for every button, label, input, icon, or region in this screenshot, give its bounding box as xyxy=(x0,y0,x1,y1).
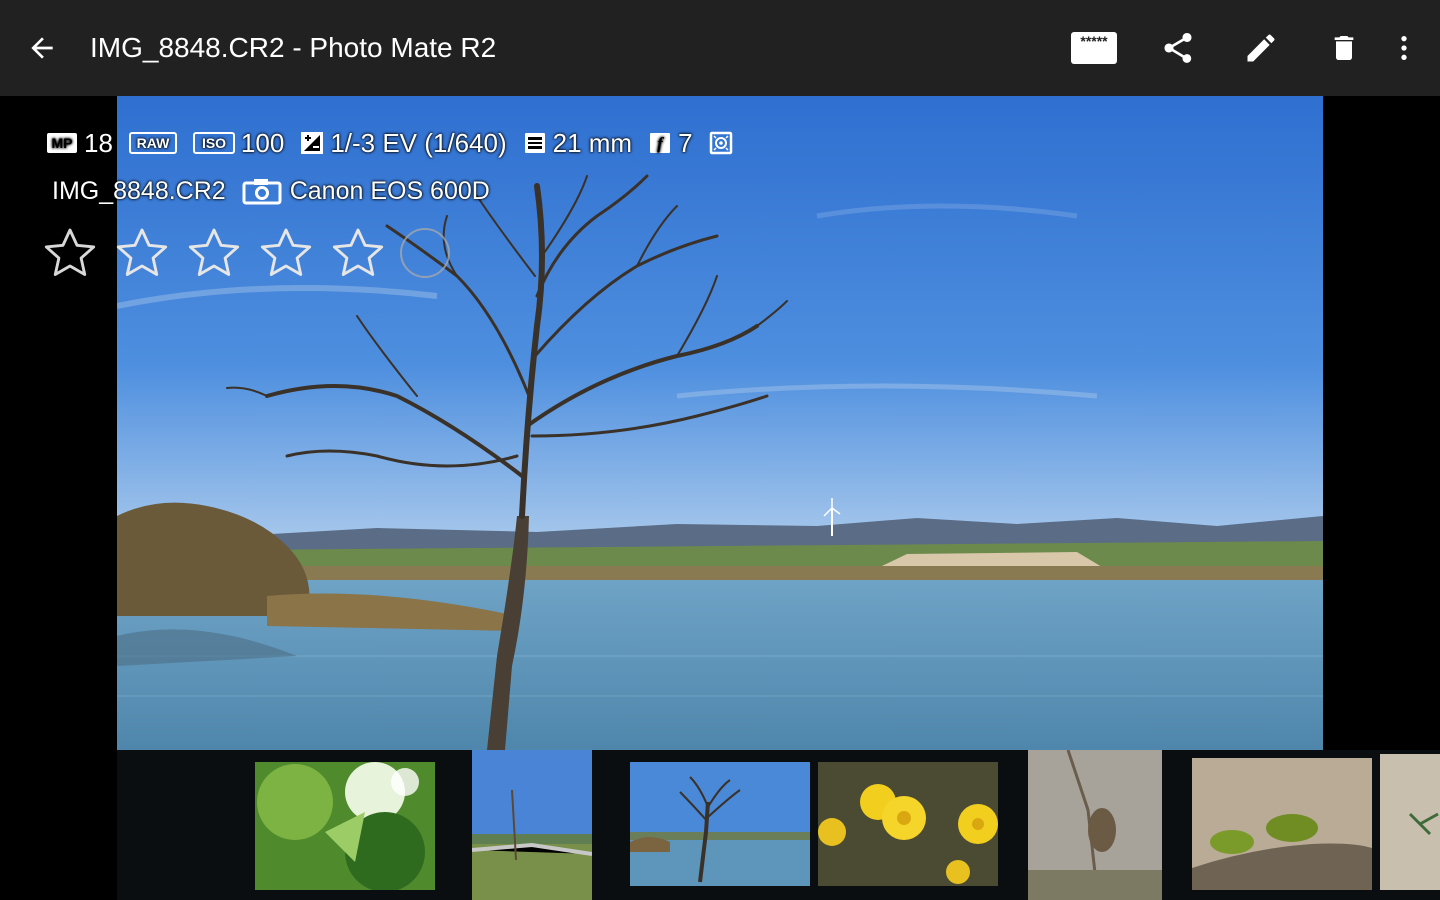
thumbnail-6[interactable] xyxy=(1192,758,1372,890)
star-outline-icon xyxy=(116,228,168,276)
yellow-flowers-image xyxy=(818,762,998,886)
back-button[interactable] xyxy=(20,26,64,70)
more-vert-icon xyxy=(1401,36,1407,60)
arrow-left-icon xyxy=(31,37,53,59)
rating-star-3[interactable] xyxy=(178,222,250,284)
rating-chip-text: ***** xyxy=(1080,33,1108,49)
thumbnail-4[interactable] xyxy=(818,762,998,886)
delete-button[interactable] xyxy=(1320,24,1368,72)
star-outline-icon xyxy=(188,228,240,276)
lake-tree-image xyxy=(630,762,810,886)
photo-viewer: MP 18 RAW ISO 100 1/-3 EV (1/640) 21 mm … xyxy=(0,96,1440,900)
leaves-image xyxy=(255,762,435,890)
star-outline-icon xyxy=(260,228,312,276)
rating-filter-button[interactable]: ***** xyxy=(1068,24,1120,72)
rating-chip: ***** xyxy=(1071,32,1117,64)
reject-flag-button[interactable] xyxy=(400,228,450,278)
edit-button[interactable] xyxy=(1237,24,1285,72)
edit-icon xyxy=(1247,34,1275,62)
star-outline-icon xyxy=(332,228,384,276)
share-button[interactable] xyxy=(1154,24,1202,72)
more-options-button[interactable] xyxy=(1380,24,1428,72)
thumbnail-1[interactable] xyxy=(255,762,435,890)
thumbnail-5[interactable] xyxy=(1028,750,1162,900)
page-title: IMG_8848.CR2 - Photo Mate R2 xyxy=(90,32,497,63)
field-sky-image xyxy=(472,750,592,900)
rating-star-2[interactable] xyxy=(106,222,178,284)
thumbnail-7[interactable] xyxy=(1380,754,1440,890)
thumbnail-3-selected[interactable] xyxy=(630,762,810,886)
moss-on-wood-image xyxy=(1192,758,1372,890)
star-outline-icon xyxy=(44,228,96,276)
rating-star-1[interactable] xyxy=(34,222,106,284)
svg-text:MP: MP xyxy=(52,135,73,151)
forest-floor-image xyxy=(1380,754,1440,890)
app-bar: IMG_8848.CR2 - Photo Mate R2 ***** xyxy=(0,0,1440,96)
thumbnail-2[interactable] xyxy=(472,750,592,900)
megapixels-value: 18 xyxy=(84,128,113,158)
delete-icon xyxy=(1334,36,1354,60)
dry-plant-image xyxy=(1028,750,1162,900)
rating-star-4[interactable] xyxy=(250,222,322,284)
rating-stars xyxy=(34,222,450,284)
share-icon xyxy=(1164,33,1192,63)
rating-star-5[interactable] xyxy=(322,222,394,284)
megapixel-icon: MP xyxy=(46,132,78,154)
